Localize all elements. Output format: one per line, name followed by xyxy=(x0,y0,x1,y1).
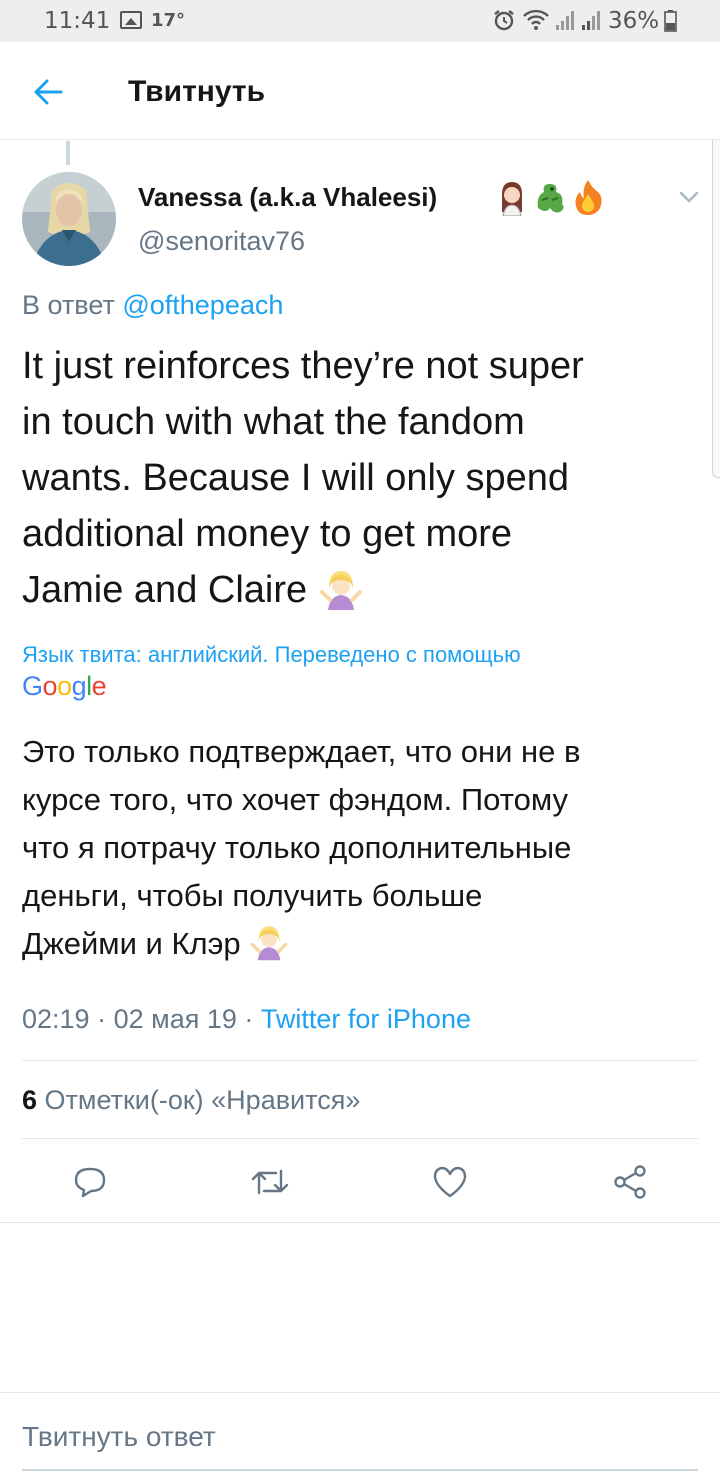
battery-percent: 36% xyxy=(608,8,660,34)
translated-text-line: Это только подтверждает, что они не в xyxy=(22,734,581,769)
tweet-options-button[interactable] xyxy=(674,186,704,208)
tweet-timestamp: 02:19 · 02 мая 19 · Twitter for iPhone xyxy=(22,1004,471,1034)
author-handle[interactable]: @senoritav76 xyxy=(138,226,305,257)
wifi-icon xyxy=(523,9,549,30)
tweet-text-line: in touch with what the fandom xyxy=(22,401,525,443)
tweet-time: 02:19 xyxy=(22,1004,90,1034)
status-temperature: 17° xyxy=(151,10,186,31)
avatar-image xyxy=(22,172,116,266)
divider xyxy=(22,1060,698,1061)
retweet-button[interactable] xyxy=(248,1160,292,1204)
like-button[interactable] xyxy=(428,1160,472,1204)
gallery-icon xyxy=(120,11,142,29)
input-underline xyxy=(22,1469,698,1471)
app-header: Твитнуть xyxy=(0,42,720,140)
reply-icon xyxy=(74,1167,106,1198)
reply-context: В ответ @ofthepeach xyxy=(22,290,283,321)
reply-button[interactable] xyxy=(68,1160,112,1204)
tweet-text-line: additional money to get more xyxy=(22,513,513,555)
woman-icon xyxy=(502,182,522,216)
share-button[interactable] xyxy=(608,1160,652,1204)
translated-text: Это только подтверждает, что они не в ку… xyxy=(22,728,712,968)
signal-icon xyxy=(556,11,574,30)
translation-label[interactable]: Язык твита: английский. Переведено с пом… xyxy=(22,642,521,668)
tweet-text-line: Jamie and Claire xyxy=(22,562,712,618)
translated-text-line: деньги, чтобы получить больше xyxy=(22,878,483,913)
scroll-indicator xyxy=(712,140,720,478)
tweet-text: It just reinforces they’re not super in … xyxy=(22,338,712,618)
reply-to-link[interactable]: @ofthepeach xyxy=(122,290,283,320)
reply-prefix: В ответ xyxy=(22,290,115,320)
chevron-down-icon xyxy=(679,191,699,203)
tweet-text-line: It just reinforces they’re not super xyxy=(22,345,584,387)
share-icon xyxy=(614,1165,646,1199)
page-title: Твитнуть xyxy=(128,75,266,108)
google-logo: Google xyxy=(22,671,107,701)
shrug-emoji xyxy=(251,926,288,961)
reply-compose-bar[interactable]: Твитнуть ответ xyxy=(0,1392,720,1480)
tweet-text-line-end: Jamie and Claire xyxy=(22,569,308,611)
signal-icon xyxy=(582,11,600,30)
translated-text-line: курсе того, что хочет фэндом. Потому xyxy=(22,782,568,817)
divider xyxy=(0,1222,720,1223)
status-time: 11:41 xyxy=(44,8,111,34)
heart-icon xyxy=(433,1166,467,1198)
avatar[interactable] xyxy=(22,172,116,266)
back-button[interactable] xyxy=(26,72,70,112)
author-display-name[interactable]: Vanessa (a.k.a Vhaleesi) xyxy=(138,182,437,213)
thread-connector xyxy=(66,141,70,165)
arrow-left-icon xyxy=(34,79,63,105)
divider xyxy=(22,1138,698,1139)
fire-icon xyxy=(575,180,602,215)
translated-text-line: Джейми и Клэр xyxy=(22,920,712,968)
shrug-emoji xyxy=(319,571,362,610)
status-bar: 11:41 17° 36% xyxy=(0,0,720,42)
tweet-text-line: wants. Because I will only spend xyxy=(22,457,570,499)
likes-count: 6 xyxy=(22,1085,38,1115)
likes-label: Отметки(-ок) «Нравится» xyxy=(44,1085,361,1115)
translated-text-line-end: Джейми и Клэр xyxy=(22,926,241,961)
dragon-icon xyxy=(537,184,564,213)
battery-icon xyxy=(664,10,677,32)
alarm-icon xyxy=(494,10,514,31)
tweet-date: 02 мая 19 xyxy=(113,1004,237,1034)
retweet-icon xyxy=(251,1169,289,1195)
tweet-source-link[interactable]: Twitter for iPhone xyxy=(261,1004,471,1034)
translated-text-line: что я потрачу только дополнительные xyxy=(22,830,572,865)
reply-input-placeholder[interactable]: Твитнуть ответ xyxy=(22,1421,216,1453)
likes-count-row[interactable]: 6 Отметки(-ок) «Нравится» xyxy=(22,1085,360,1116)
